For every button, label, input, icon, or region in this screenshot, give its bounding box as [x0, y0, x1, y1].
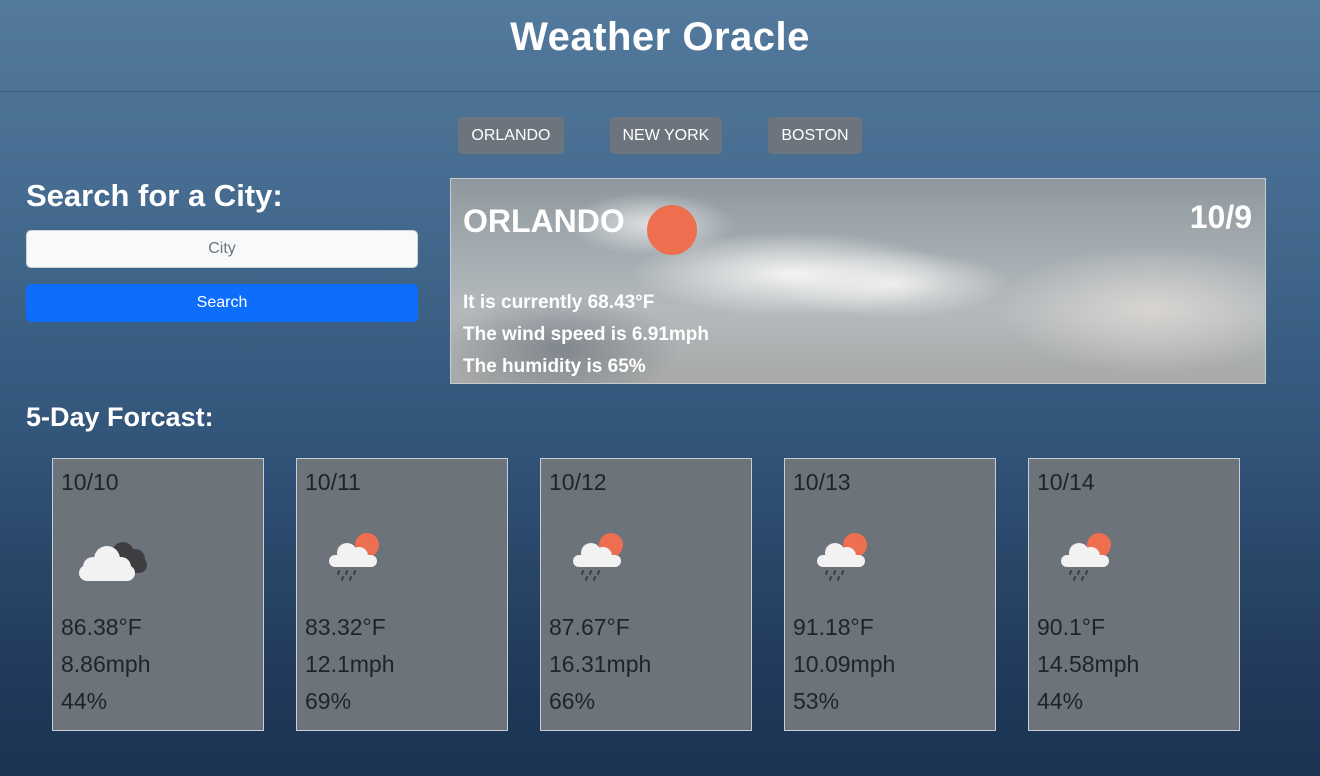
forecast-day-card: 10/11 83.32°F 12.1mph 69%: [296, 458, 508, 731]
app-title: Weather Oracle: [510, 15, 810, 59]
forecast-humidity: 44%: [1037, 688, 1084, 714]
current-date: 10/9: [1189, 199, 1252, 235]
forecast-temperature: 91.18°F: [793, 614, 874, 640]
current-wind-speed: The wind speed is 6.91mph: [463, 324, 710, 345]
forecast-day-card: 10/10 86.38°F 8.86mph 44%: [52, 458, 264, 731]
forecast-row: 10/10 86.38°F 8.86mph 44% 10/11 83.32°F …: [52, 458, 1240, 731]
forecast-temperature: 86.38°F: [61, 614, 142, 640]
forecast-date: 10/14: [1037, 469, 1095, 495]
search-divider: [26, 338, 418, 339]
current-details: It is currently 68.43°F The wind speed i…: [463, 287, 709, 383]
forecast-date: 10/11: [305, 469, 361, 495]
search-panel: Search for a City: Search: [26, 178, 418, 339]
search-button[interactable]: Search: [26, 284, 418, 322]
forecast-values: 86.38°F 8.86mph 44%: [61, 609, 151, 720]
forecast-date: 10/12: [549, 469, 607, 495]
forecast-values: 83.32°F 12.1mph 69%: [305, 609, 395, 720]
rain-sun-icon: [1061, 533, 1111, 581]
forecast-humidity: 53%: [793, 688, 840, 714]
current-weather-card: ORLANDO 10/9 It is currently 68.43°F The…: [450, 178, 1266, 384]
quick-city-buttons: ORLANDO NEW YORK BOSTON: [0, 117, 1320, 154]
forecast-temperature: 87.67°F: [549, 614, 630, 640]
rain-sun-icon: [329, 533, 379, 581]
forecast-temperature: 83.32°F: [305, 614, 386, 640]
forecast-day-card: 10/13 91.18°F 10.09mph 53%: [784, 458, 996, 731]
cloudy-icon: [79, 542, 147, 581]
city-button-new-york[interactable]: NEW YORK: [609, 117, 723, 154]
forecast-humidity: 44%: [61, 688, 108, 714]
rain-sun-icon: [817, 533, 867, 581]
forecast-wind-speed: 16.31mph: [549, 651, 652, 677]
forecast-wind-speed: 10.09mph: [793, 651, 896, 677]
forecast-wind-speed: 8.86mph: [61, 651, 151, 677]
current-city-name: ORLANDO: [463, 203, 625, 239]
search-heading: Search for a City:: [26, 178, 283, 213]
city-search-input[interactable]: [26, 230, 418, 268]
city-button-boston[interactable]: BOSTON: [768, 117, 862, 154]
forecast-humidity: 66%: [549, 688, 596, 714]
app-header: Weather Oracle: [0, 0, 1320, 92]
forecast-humidity: 69%: [305, 688, 352, 714]
forecast-temperature: 90.1°F: [1037, 614, 1106, 640]
sun-icon: [647, 205, 697, 255]
current-temperature: It is currently 68.43°F: [463, 292, 655, 313]
forecast-wind-speed: 12.1mph: [305, 651, 395, 677]
forecast-day-card: 10/14 90.1°F 14.58mph 44%: [1028, 458, 1240, 731]
rain-sun-icon: [573, 533, 623, 581]
forecast-title: 5-Day Forcast:: [26, 402, 214, 432]
forecast-date: 10/13: [793, 469, 851, 495]
forecast-values: 91.18°F 10.09mph 53%: [793, 609, 895, 720]
current-humidity: The humidity is 65%: [463, 356, 646, 377]
forecast-date: 10/10: [61, 469, 119, 495]
forecast-values: 87.67°F 16.31mph 66%: [549, 609, 651, 720]
city-button-orlando[interactable]: ORLANDO: [458, 117, 564, 154]
forecast-wind-speed: 14.58mph: [1037, 651, 1140, 677]
forecast-day-card: 10/12 87.67°F 16.31mph 66%: [540, 458, 752, 731]
forecast-values: 90.1°F 14.58mph 44%: [1037, 609, 1139, 720]
